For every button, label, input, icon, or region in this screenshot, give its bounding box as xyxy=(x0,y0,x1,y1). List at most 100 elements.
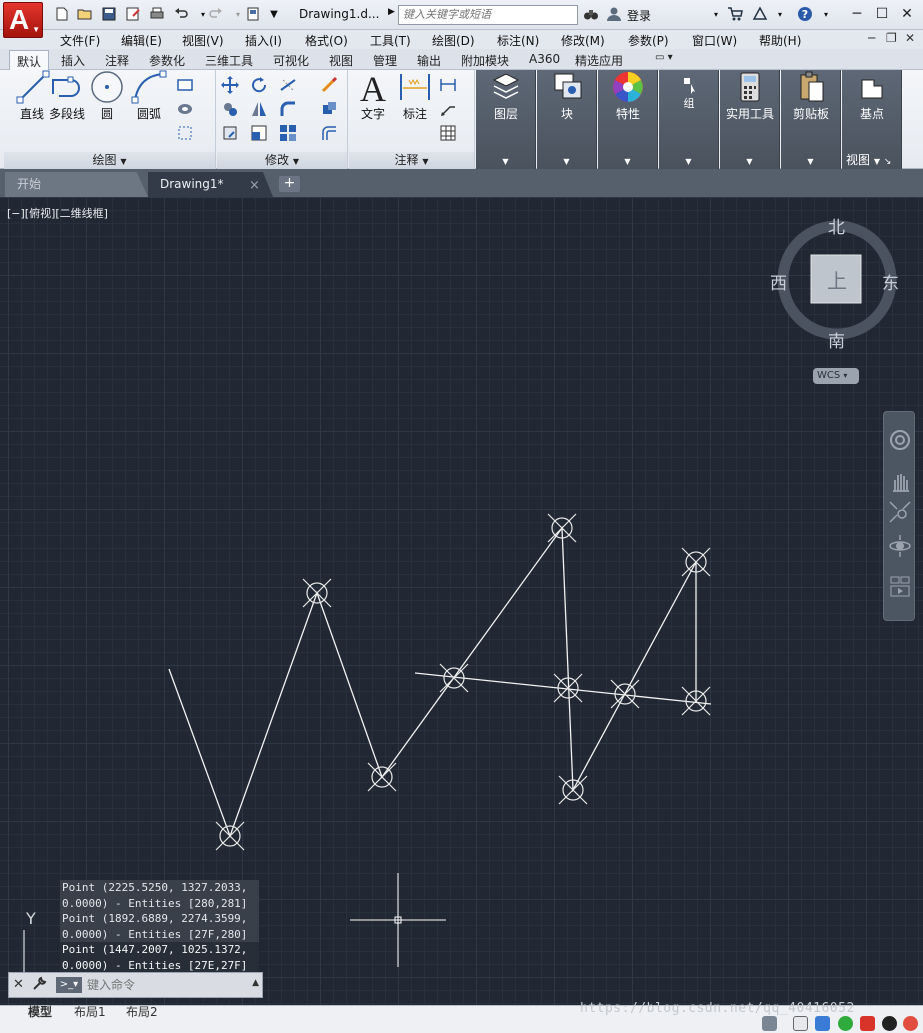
app-tray-icon[interactable] xyxy=(860,1016,875,1031)
layers-button[interactable]: 图层 xyxy=(478,70,534,122)
keyboard-icon[interactable] xyxy=(762,1016,777,1031)
undo-icon[interactable] xyxy=(173,6,189,22)
doc-minimize-button[interactable]: ─ xyxy=(868,31,875,45)
copy-icon[interactable] xyxy=(221,100,239,118)
tab-output[interactable]: 输出 xyxy=(417,52,441,69)
tab-view[interactable]: 视图 xyxy=(329,52,353,69)
group-button[interactable]: 组 xyxy=(661,76,717,111)
maximize-button[interactable]: ☐ xyxy=(871,4,893,24)
plus-badge-icon[interactable] xyxy=(838,1016,853,1031)
qq-icon[interactable] xyxy=(882,1016,897,1031)
open-folder-icon[interactable] xyxy=(77,6,93,22)
redo-dropdown-icon[interactable]: ▾ xyxy=(230,6,246,22)
layers-expand-icon[interactable]: ▼ xyxy=(476,152,535,169)
annotation-panel-title[interactable]: 注释 ▼ xyxy=(349,152,474,169)
customize-toolbar-icon[interactable]: ▼ xyxy=(266,6,282,22)
tab-default[interactable]: 默认 xyxy=(9,50,50,70)
tab-a360[interactable]: A360 xyxy=(529,52,560,66)
orbit-icon[interactable] xyxy=(888,534,912,558)
new-tab-button[interactable]: + xyxy=(279,176,300,192)
tab-3d-tools[interactable]: 三维工具 xyxy=(205,52,253,69)
cart-icon[interactable] xyxy=(727,6,743,22)
workspace-icon[interactable] xyxy=(245,6,261,22)
notification-icon[interactable] xyxy=(903,1016,918,1031)
print-icon[interactable] xyxy=(149,6,165,22)
search-input[interactable] xyxy=(398,5,578,25)
steering-wheel-icon[interactable] xyxy=(888,428,912,452)
draw-panel-title[interactable]: 绘图 ▼ xyxy=(4,152,215,169)
menu-modify[interactable]: 修改(M) xyxy=(561,32,605,49)
wrench-icon[interactable] xyxy=(31,976,47,992)
wcs-dropdown[interactable]: WCS ▾ xyxy=(813,368,859,384)
move-icon[interactable] xyxy=(221,76,239,94)
dimension-tool-button[interactable]: 标注 xyxy=(387,70,443,122)
close-tab-icon[interactable]: × xyxy=(249,178,260,193)
properties-expand-icon[interactable]: ▼ xyxy=(598,152,657,169)
mirror-icon[interactable] xyxy=(250,100,268,118)
pointer-icon[interactable] xyxy=(793,1016,808,1031)
menu-help[interactable]: 帮助(H) xyxy=(759,32,801,49)
application-menu-button[interactable]: A ▼ xyxy=(3,2,43,38)
hatch-icon[interactable] xyxy=(176,100,194,118)
zoom-extents-icon[interactable] xyxy=(888,500,912,524)
rotate-icon[interactable] xyxy=(250,76,268,94)
utilities-expand-icon[interactable]: ▼ xyxy=(720,152,779,169)
doc-close-button[interactable]: ✕ xyxy=(905,31,915,45)
pan-hand-icon[interactable] xyxy=(888,470,912,494)
save-as-icon[interactable] xyxy=(125,6,141,22)
compass-west[interactable]: 西 xyxy=(770,269,787,294)
tab-layout1[interactable]: 布局1 xyxy=(74,1003,106,1020)
compass-east[interactable]: 东 xyxy=(882,269,899,294)
menu-file[interactable]: 文件(F) xyxy=(60,32,100,49)
menu-tools[interactable]: 工具(T) xyxy=(370,32,411,49)
help-icon[interactable]: ? xyxy=(797,6,813,22)
menu-view[interactable]: 视图(V) xyxy=(182,32,224,49)
menu-format[interactable]: 格式(O) xyxy=(305,32,348,49)
boundary-icon[interactable] xyxy=(176,124,194,142)
command-prompt-icon[interactable]: >_▾ xyxy=(56,977,82,993)
view-panel-title[interactable]: 视图 ▼ ↘ xyxy=(842,152,901,169)
scale-icon[interactable] xyxy=(250,124,268,142)
redo-icon[interactable] xyxy=(208,6,224,22)
offset-icon[interactable] xyxy=(320,124,338,142)
tab-model[interactable]: 模型 xyxy=(28,1003,52,1020)
table-icon[interactable] xyxy=(439,124,457,142)
doc-restore-button[interactable]: ❐ xyxy=(886,31,897,45)
exchange-apps-icon[interactable] xyxy=(752,6,768,22)
clipboard-expand-icon[interactable]: ▼ xyxy=(781,152,840,169)
new-file-icon[interactable] xyxy=(54,6,70,22)
menu-insert[interactable]: 插入(I) xyxy=(245,32,282,49)
network-icon[interactable] xyxy=(815,1016,830,1031)
properties-button[interactable]: 特性 xyxy=(600,70,656,122)
minimize-button[interactable]: ─ xyxy=(846,4,868,24)
drawing-canvas[interactable]: [−][俯视][二维线框] 北 南 东 西 上 WCS ▾ Point (222… xyxy=(0,197,923,1005)
compass-north[interactable]: 北 xyxy=(828,213,845,238)
block-button[interactable]: 块 xyxy=(539,70,595,122)
linear-dim-icon[interactable] xyxy=(439,76,457,94)
tab-featured-apps[interactable]: 精选应用 xyxy=(575,52,623,69)
binoculars-icon[interactable] xyxy=(583,6,599,22)
chevron-up-icon[interactable]: ▲ xyxy=(252,978,259,988)
tab-layout2[interactable]: 布局2 xyxy=(126,1003,158,1020)
fillet-icon[interactable] xyxy=(279,100,297,118)
tab-addins[interactable]: 附加模块 xyxy=(461,52,509,69)
rectangle-icon[interactable] xyxy=(176,76,194,94)
menu-dimension[interactable]: 标注(N) xyxy=(497,32,539,49)
base-view-button[interactable]: 基点 xyxy=(844,70,900,122)
ribbon-minimize-icon[interactable]: ▭ ▾ xyxy=(655,52,673,63)
tab-parametric[interactable]: 参数化 xyxy=(149,52,185,69)
utilities-button[interactable]: 实用工具 xyxy=(722,70,778,122)
explode-icon[interactable] xyxy=(320,100,338,118)
array-icon[interactable] xyxy=(279,124,297,142)
help-dropdown-icon[interactable]: ▾ xyxy=(818,6,834,22)
login-link[interactable]: 登录 xyxy=(627,7,651,24)
viewcube-top-face[interactable]: 上 xyxy=(827,265,847,294)
stretch-icon[interactable] xyxy=(221,124,239,142)
tab-insert[interactable]: 插入 xyxy=(61,52,85,69)
viewcube[interactable]: 北 南 东 西 上 xyxy=(770,213,902,365)
command-input[interactable] xyxy=(87,976,247,994)
exchange-dropdown-icon[interactable]: ▾ xyxy=(772,6,788,22)
erase-icon[interactable] xyxy=(320,76,338,94)
clipboard-button[interactable]: 剪贴板 xyxy=(783,70,839,122)
close-window-button[interactable]: ✕ xyxy=(896,4,918,24)
